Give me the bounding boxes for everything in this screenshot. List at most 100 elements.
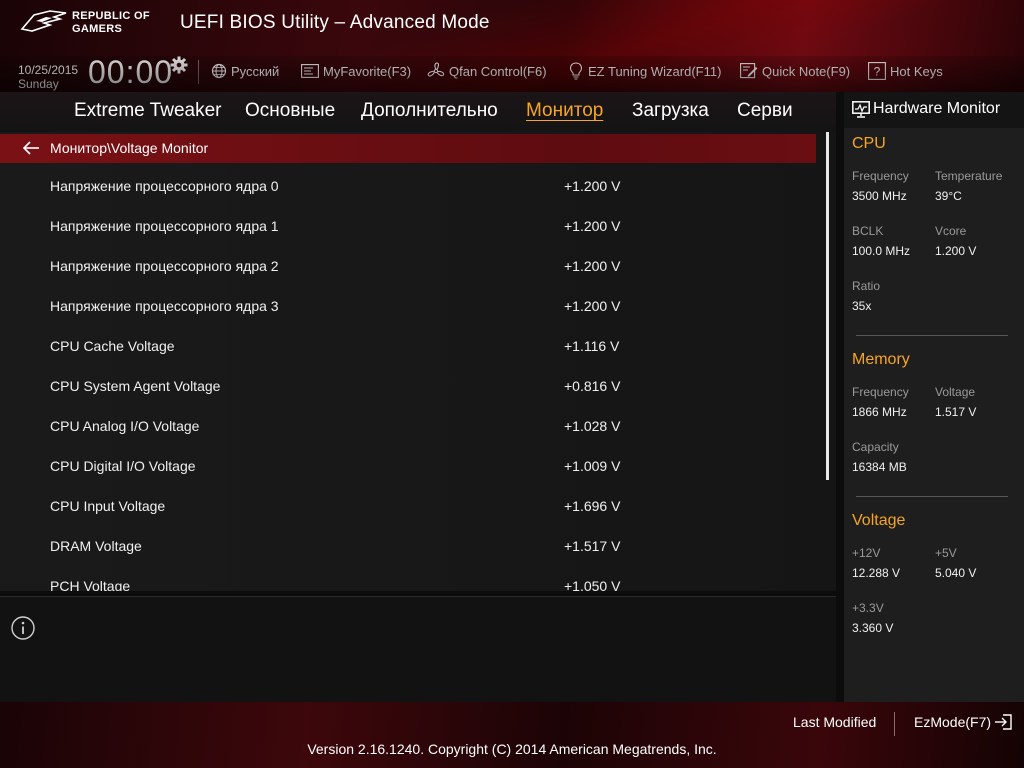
voltage-value: +1.696 V xyxy=(564,498,621,514)
voltage-row[interactable]: Напряжение процессорного ядра 0 +1.200 V xyxy=(0,178,816,218)
voltage-value: +1.009 V xyxy=(564,458,621,474)
qfan-control-label: Qfan Control(F6) xyxy=(449,63,547,79)
brand-line-1: REPUBLIC OF xyxy=(72,10,150,22)
myfavorite-label: MyFavorite(F3) xyxy=(323,63,412,79)
ratio-value: 35x xyxy=(852,299,872,313)
voltage-label: DRAM Voltage xyxy=(50,538,142,554)
v33-label: +3.3V xyxy=(852,601,884,615)
app-title: UEFI BIOS Utility – Advanced Mode xyxy=(180,12,490,33)
voltage-value: +1.517 V xyxy=(564,538,621,554)
cpu-section-title: CPU xyxy=(852,135,886,152)
footer-divider xyxy=(894,712,895,736)
voltage-row[interactable]: CPU Digital I/O Voltage +1.009 V xyxy=(0,458,816,498)
help-icon: ? xyxy=(868,62,886,80)
toolbar-divider xyxy=(198,60,199,84)
voltage-value: +1.028 V xyxy=(564,418,621,434)
voltage-label: PCH Voltage xyxy=(50,578,131,591)
gear-icon[interactable] xyxy=(170,56,188,74)
tab-tool[interactable]: Сервис xyxy=(737,100,792,122)
voltage-label: Напряжение процессорного ядра 3 xyxy=(50,298,279,314)
favorite-list-icon xyxy=(301,64,319,78)
vcore-label: Vcore xyxy=(935,224,967,238)
voltage-row[interactable]: CPU Input Voltage +1.696 V xyxy=(0,498,816,538)
ez-tuning-wizard-button[interactable]: EZ Tuning Wizard(F11) xyxy=(568,62,721,80)
voltage-row[interactable]: CPU System Agent Voltage +0.816 V xyxy=(0,378,816,418)
voltage-label: CPU Cache Voltage xyxy=(50,338,175,354)
hardware-monitor-panel: Hardware Monitor CPU Frequency Temperatu… xyxy=(844,92,1024,702)
myfavorite-button[interactable]: MyFavorite(F3) xyxy=(301,62,411,80)
memory-frequency-value: 1866 MHz xyxy=(852,405,907,419)
last-modified-button[interactable]: Last Modified xyxy=(793,714,876,730)
memory-voltage-value: 1.517 V xyxy=(935,405,977,419)
tab-boot[interactable]: Загрузка xyxy=(632,100,709,122)
cpu-frequency-label: Frequency xyxy=(852,169,909,183)
tab-advanced[interactable]: Дополнительно xyxy=(361,100,498,122)
memory-voltage-label: Voltage xyxy=(935,385,976,399)
voltage-label: CPU System Agent Voltage xyxy=(50,378,221,394)
rog-eye-icon xyxy=(20,10,67,32)
main-tabs: Extreme Tweaker Основные Дополнительно М… xyxy=(0,92,836,132)
breadcrumb: Монитор\Voltage Monitor xyxy=(0,134,816,163)
bclk-label: BCLK xyxy=(852,224,884,238)
language-label: Русский xyxy=(231,63,280,79)
voltage-label: CPU Input Voltage xyxy=(50,498,166,514)
ezmode-button[interactable]: EzMode(F7) xyxy=(914,714,1013,730)
quick-note-label: Quick Note(F9) xyxy=(762,63,851,79)
voltage-label: Напряжение процессорного ядра 2 xyxy=(50,258,279,274)
voltage-label: Напряжение процессорного ядра 0 xyxy=(50,178,279,194)
language-button[interactable]: Русский xyxy=(211,62,279,80)
section-divider xyxy=(856,335,1008,336)
v5-label: +5V xyxy=(935,546,957,560)
section-divider xyxy=(856,496,1008,497)
cpu-temperature-label: Temperature xyxy=(935,169,1003,183)
voltage-value: +1.200 V xyxy=(564,258,621,274)
voltage-label: CPU Digital I/O Voltage xyxy=(50,458,196,474)
voltage-label: Напряжение процессорного ядра 1 xyxy=(50,218,279,234)
breadcrumb-text: Монитор\Voltage Monitor xyxy=(50,140,209,156)
date-display: 10/25/2015 Sunday xyxy=(18,63,78,91)
voltage-row[interactable]: CPU Analog I/O Voltage +1.028 V xyxy=(0,418,816,458)
tab-main[interactable]: Основные xyxy=(245,100,335,122)
lightbulb-icon xyxy=(569,62,583,80)
v5-value: 5.040 V xyxy=(935,566,977,580)
fan-icon xyxy=(427,62,445,77)
footer-bar: Last Modified EzMode(F7) Version 2.16.12… xyxy=(0,702,1024,768)
tab-monitor[interactable]: Монитор xyxy=(526,100,603,122)
voltage-value: +0.816 V xyxy=(564,378,621,394)
time-display: 00:00 xyxy=(88,54,174,90)
hardware-monitor-header: Hardware Monitor xyxy=(844,92,1024,128)
back-arrow-icon[interactable] xyxy=(22,141,40,155)
v12-label: +12V xyxy=(852,546,881,560)
voltage-row[interactable]: PCH Voltage +1.050 V xyxy=(0,578,816,591)
hot-keys-button[interactable]: ? Hot Keys xyxy=(868,62,943,80)
memory-capacity-value: 16384 MB xyxy=(852,460,907,474)
exit-icon xyxy=(995,714,1012,730)
voltage-value: +1.200 V xyxy=(564,298,621,314)
ez-tuning-wizard-label: EZ Tuning Wizard(F11) xyxy=(588,63,722,79)
monitor-icon xyxy=(852,101,870,118)
voltage-value: +1.116 V xyxy=(564,338,620,354)
v12-value: 12.288 V xyxy=(852,566,901,580)
ezmode-label: EzMode(F7) xyxy=(914,714,992,730)
voltage-row[interactable]: Напряжение процессорного ядра 3 +1.200 V xyxy=(0,298,816,338)
scrollbar[interactable] xyxy=(826,132,829,480)
copyright-text: Version 2.16.1240. Copyright (C) 2014 Am… xyxy=(307,741,717,757)
hot-keys-label: Hot Keys xyxy=(890,63,943,79)
globe-icon xyxy=(211,63,227,79)
voltage-row[interactable]: Напряжение процессорного ядра 1 +1.200 V xyxy=(0,218,816,258)
voltage-row[interactable]: Напряжение процессорного ядра 2 +1.200 V xyxy=(0,258,816,298)
voltage-row[interactable]: CPU Cache Voltage +1.116 V xyxy=(0,338,816,378)
header-bar: REPUBLIC OF GAMERS UEFI BIOS Utility – A… xyxy=(0,0,1024,92)
voltage-value: +1.200 V xyxy=(564,218,621,234)
memory-frequency-label: Frequency xyxy=(852,385,909,399)
voltage-row[interactable]: DRAM Voltage +1.517 V xyxy=(0,538,816,578)
svg-text:?: ? xyxy=(874,65,881,79)
date-text: 10/25/2015 xyxy=(18,63,79,77)
bclk-value: 100.0 MHz xyxy=(852,244,911,258)
quick-note-button[interactable]: Quick Note(F9) xyxy=(740,62,850,80)
qfan-control-button[interactable]: Qfan Control(F6) xyxy=(427,62,547,80)
tab-extreme-tweaker[interactable]: Extreme Tweaker xyxy=(74,100,221,122)
memory-section-title: Memory xyxy=(852,351,910,368)
rog-logo: REPUBLIC OF GAMERS xyxy=(20,9,168,39)
info-icon xyxy=(11,616,35,640)
